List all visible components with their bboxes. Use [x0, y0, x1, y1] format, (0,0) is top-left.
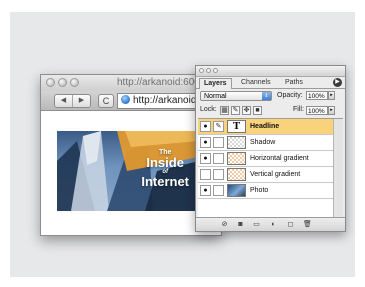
blend-row: Normal ⇕ Opacity: 100% ▸	[200, 91, 343, 103]
layers-palette: Layers Channels Paths ▶ Normal ⇕ Opacity…	[195, 65, 346, 232]
palette-zoom-button[interactable]	[213, 68, 218, 73]
layer-thumbnail	[227, 168, 246, 181]
layer-name: Headline	[250, 123, 280, 130]
lock-paint-icon[interactable]: ✎	[231, 106, 240, 115]
zoom-window-button[interactable]	[70, 78, 79, 87]
opacity-label: Opacity:	[277, 92, 303, 99]
link-cell[interactable]	[213, 137, 224, 148]
tab-paths[interactable]: Paths	[281, 78, 307, 88]
hero-headline: The Inside of Internet	[141, 149, 189, 188]
lock-row: Lock: ▦ ✎ ✥ ■ Fill: 100% ▸	[200, 105, 343, 117]
browser-title: http://arkanoid:600	[117, 77, 200, 88]
hero-line-2: Inside	[146, 155, 184, 170]
browser-titlebar: http://arkanoid:600	[41, 75, 221, 91]
globe-icon	[121, 95, 130, 104]
backdrop: http://arkanoid:600 ◀ ▶ C http://arkanoi…	[10, 12, 355, 277]
layer-row-vertical-gradient[interactable]: Vertical gradient	[198, 167, 333, 183]
minimize-window-button[interactable]	[58, 78, 67, 87]
fill-slider-button[interactable]: ▸	[328, 106, 335, 115]
fill-input[interactable]: 100%	[306, 106, 328, 115]
layer-thumbnail	[227, 136, 246, 149]
lock-transparency-icon[interactable]: ▦	[220, 106, 229, 115]
new-layer-icon[interactable]: ◻	[286, 220, 295, 229]
forward-button[interactable]: ▶	[73, 95, 90, 107]
back-button[interactable]: ◀	[55, 95, 73, 107]
hero-line-4: Internet	[141, 174, 189, 189]
blend-mode-value: Normal	[204, 93, 227, 100]
layers-scrollbar[interactable]	[333, 119, 343, 219]
hero-image: The Inside of Internet	[57, 131, 199, 211]
lock-position-icon[interactable]: ✥	[242, 106, 251, 115]
tab-channels[interactable]: Channels	[237, 78, 275, 88]
visibility-eye-icon[interactable]: ●	[200, 185, 211, 196]
select-arrows-icon: ⇕	[262, 92, 271, 100]
layer-thumbnail	[227, 152, 246, 165]
link-cell[interactable]	[213, 185, 224, 196]
palette-minimize-button[interactable]	[206, 68, 211, 73]
layer-row-headline[interactable]: ● ✎ T Headline	[198, 119, 333, 135]
opacity-input[interactable]: 100%	[306, 91, 328, 100]
layer-name: Photo	[250, 187, 269, 194]
tab-layers[interactable]: Layers	[199, 78, 232, 89]
layer-name: Horizontal gradient	[250, 155, 309, 162]
text-layer-thumbnail: T	[227, 120, 246, 133]
opacity-slider-button[interactable]: ▸	[328, 91, 335, 100]
layer-name: Vertical gradient	[250, 171, 301, 178]
layers-list: ● ✎ T Headline ● Shadow ● Horizontal gra…	[198, 118, 343, 219]
layer-row-shadow[interactable]: ● Shadow	[198, 135, 333, 151]
browser-toolbar: ◀ ▶ C http://arkanoid:6	[41, 91, 221, 111]
photo-layer-thumbnail	[227, 184, 246, 197]
visibility-off-cell[interactable]	[200, 169, 211, 180]
lock-all-icon[interactable]: ■	[253, 106, 262, 115]
palette-bottom-bar: ⊘ ◙ ▭ ◐ ◻ 🗑	[196, 217, 345, 231]
layer-row-photo[interactable]: ● Photo	[198, 183, 333, 199]
adjustment-layer-icon[interactable]: ◐	[269, 220, 278, 229]
visibility-eye-icon[interactable]: ●	[200, 153, 211, 164]
fill-label: Fill:	[293, 106, 304, 113]
palette-close-button[interactable]	[199, 68, 204, 73]
close-window-button[interactable]	[46, 78, 55, 87]
visibility-eye-icon[interactable]: ●	[200, 121, 211, 132]
link-cell[interactable]	[213, 153, 224, 164]
blend-mode-select[interactable]: Normal ⇕	[200, 91, 272, 101]
reload-button[interactable]: C	[98, 94, 114, 108]
brush-icon[interactable]: ✎	[213, 121, 224, 132]
trash-icon[interactable]: 🗑	[303, 220, 312, 229]
address-text: http://arkanoid:6	[133, 95, 205, 106]
new-group-icon[interactable]: ▭	[252, 220, 261, 229]
palette-menu-icon[interactable]: ▶	[333, 78, 342, 87]
link-cell[interactable]	[213, 169, 224, 180]
palette-titlebar	[196, 66, 345, 77]
layer-name: Shadow	[250, 139, 276, 146]
palette-tabs: Layers Channels Paths ▶	[196, 77, 345, 89]
lock-label: Lock:	[200, 106, 217, 113]
layer-row-horizontal-gradient[interactable]: ● Horizontal gradient	[198, 151, 333, 167]
add-mask-icon[interactable]: ◙	[236, 220, 245, 229]
layer-style-icon[interactable]: ⊘	[220, 220, 229, 229]
visibility-eye-icon[interactable]: ●	[200, 137, 211, 148]
nav-buttons: ◀ ▶	[54, 94, 91, 108]
